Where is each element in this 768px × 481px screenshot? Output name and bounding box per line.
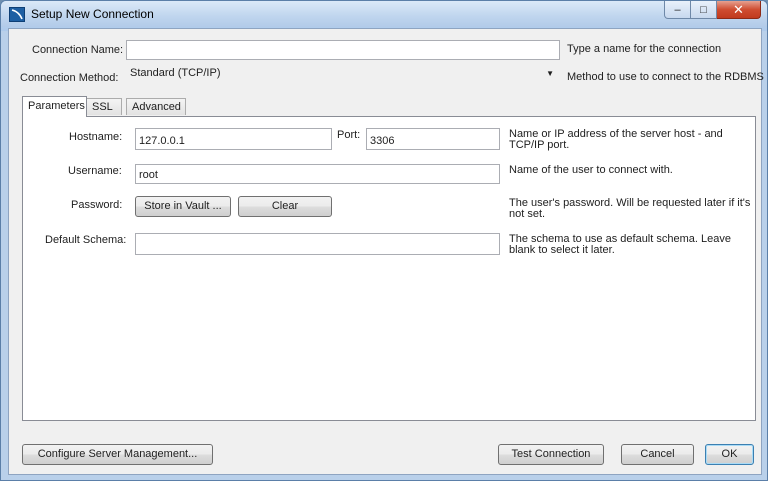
connection-name-label: Connection Name: <box>32 44 124 56</box>
default-schema-hint: The schema to use as default schema. Lea… <box>509 234 731 256</box>
cancel-button[interactable]: Cancel <box>621 444 694 465</box>
password-label: Password: <box>71 199 123 211</box>
mysql-workbench-icon <box>9 7 25 22</box>
tab-ssl[interactable]: SSL <box>86 98 122 115</box>
hostname-hint: Name or IP address of the server host - … <box>509 129 723 151</box>
test-connection-button[interactable]: Test Connection <box>498 444 604 465</box>
connection-name-hint: Type a name for the connection <box>567 43 722 55</box>
configure-server-management-button[interactable]: Configure Server Management... <box>22 444 213 465</box>
connection-method-value: Standard (TCP/IP) <box>130 67 221 79</box>
ok-button[interactable]: OK <box>705 444 754 465</box>
password-hint-line: not set. <box>509 208 546 220</box>
hostname-label: Hostname: <box>69 131 123 143</box>
close-icon: ✕ <box>733 1 744 17</box>
minimize-button[interactable]: – <box>664 1 691 19</box>
parameters-panel: Hostname: 127.0.0.1 Port: 3306 Name or I… <box>22 116 756 421</box>
username-hint: Name of the user to connect with. <box>509 164 673 176</box>
maximize-button[interactable]: □ <box>691 1 717 19</box>
connection-method-select[interactable]: Standard (TCP/IP) ▼ <box>126 65 560 85</box>
port-input[interactable]: 3306 <box>366 128 500 150</box>
maximize-icon: □ <box>700 3 707 16</box>
connection-method-hint: Method to use to connect to the RDBMS <box>567 71 764 83</box>
clear-password-button[interactable]: Clear <box>238 196 332 217</box>
default-schema-hint-line: blank to select it later. <box>509 244 615 256</box>
window-title: Setup New Connection <box>31 7 154 21</box>
dialog-window: Setup New Connection – □ ✕ Connection Na… <box>0 0 768 481</box>
username-label: Username: <box>68 165 122 177</box>
close-button[interactable]: ✕ <box>717 1 761 19</box>
dialog-client-area: Connection Name: Type a name for the con… <box>8 28 764 475</box>
title-bar[interactable]: Setup New Connection – □ ✕ <box>1 1 767 27</box>
store-in-vault-button[interactable]: Store in Vault ... <box>135 196 231 217</box>
username-input[interactable]: root <box>135 164 500 184</box>
hostname-input[interactable]: 127.0.0.1 <box>135 128 332 150</box>
tab-advanced[interactable]: Advanced <box>126 98 186 115</box>
minimize-icon: – <box>674 3 681 16</box>
hostname-hint-line: TCP/IP port. <box>509 139 570 151</box>
tab-parameters[interactable]: Parameters <box>22 96 87 117</box>
password-hint: The user's password. Will be requested l… <box>509 198 750 220</box>
default-schema-input[interactable] <box>135 233 500 255</box>
dropdown-arrow-icon[interactable]: ▼ <box>546 69 554 78</box>
password-hint-line: The user's password. Will be requested l… <box>509 197 751 209</box>
port-label: Port: <box>337 129 361 141</box>
connection-name-input[interactable] <box>126 40 560 60</box>
default-schema-label: Default Schema: <box>45 234 127 246</box>
connection-method-label: Connection Method: <box>20 72 119 84</box>
